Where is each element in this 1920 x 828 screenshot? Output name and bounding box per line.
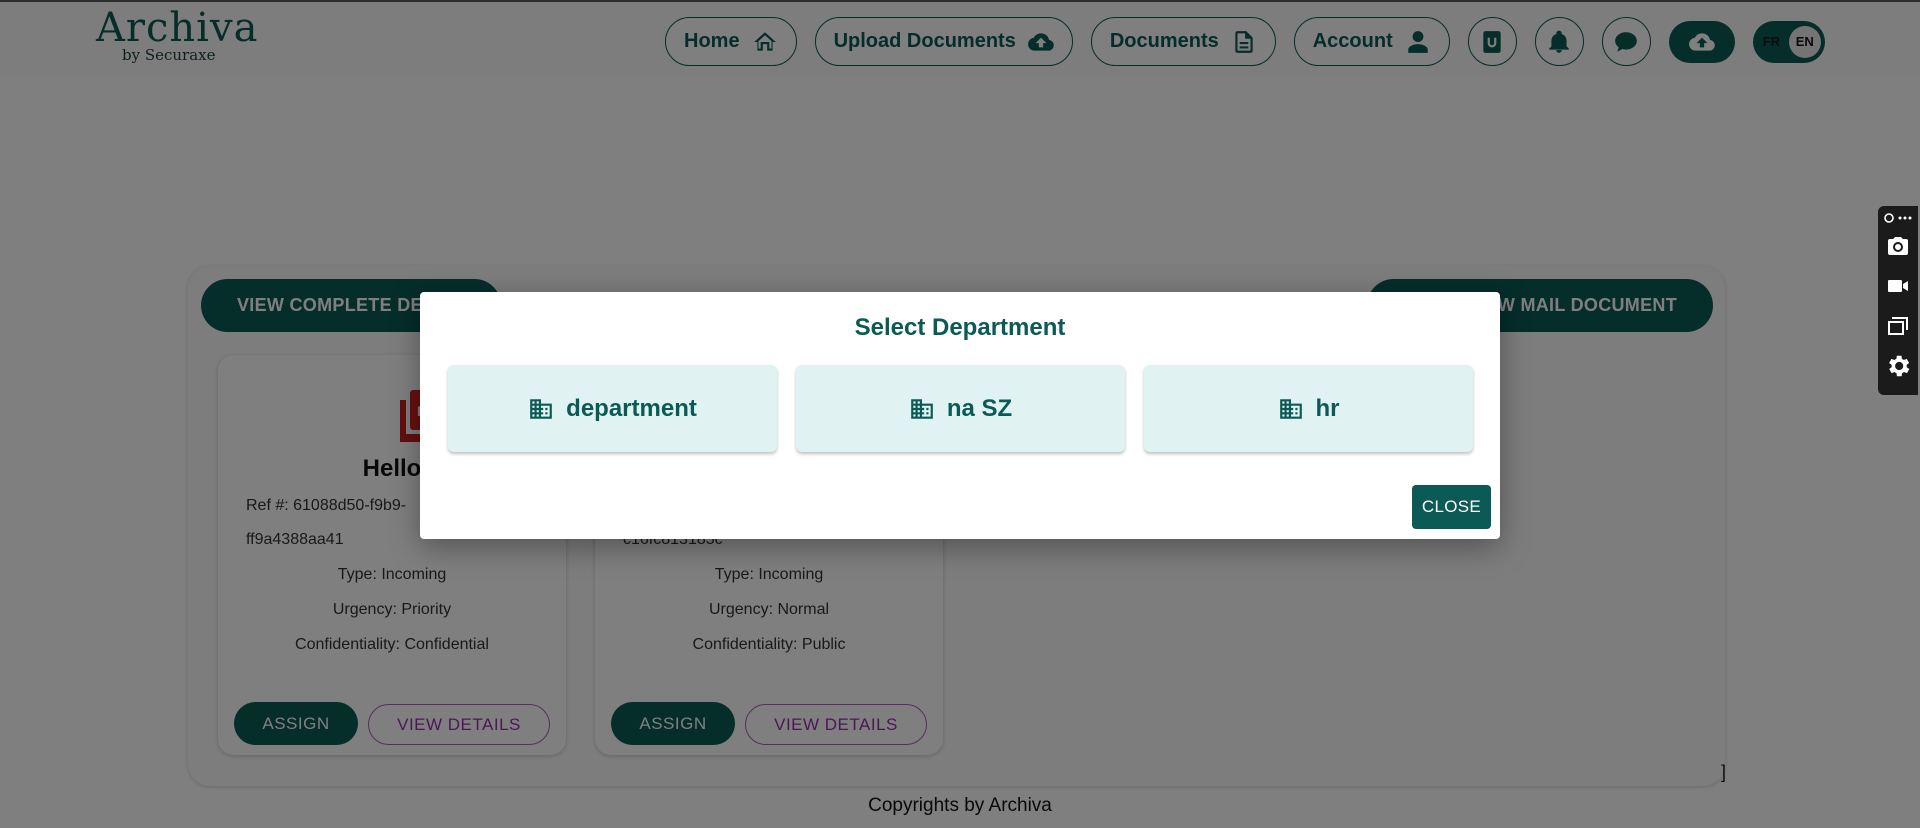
more-options-icon <box>1884 213 1912 223</box>
window-icon <box>1888 317 1908 335</box>
department-option-hr[interactable]: hr <box>1144 365 1473 452</box>
department-options: department na SZ hr <box>448 365 1473 452</box>
settings-icon <box>1889 355 1910 377</box>
screen-capture-toolbar <box>1878 206 1918 395</box>
department-option-label: na SZ <box>946 394 1013 422</box>
building-icon <box>530 398 552 419</box>
toolbar-menu[interactable] <box>1882 210 1914 226</box>
department-option-label: hr <box>1315 394 1340 422</box>
settings-button[interactable] <box>1880 346 1916 386</box>
camera-icon <box>1888 237 1908 255</box>
building-icon <box>910 398 933 419</box>
close-button[interactable]: CLOSE <box>1412 485 1491 529</box>
building-icon <box>1279 398 1302 419</box>
department-option-department[interactable]: department <box>448 365 777 452</box>
camera-button[interactable] <box>1880 226 1916 266</box>
video-button[interactable] <box>1880 266 1916 306</box>
video-icon <box>1888 280 1908 292</box>
dialog-title: Select Department <box>854 314 1066 341</box>
department-option-label: department <box>566 394 697 422</box>
select-department-dialog: Select Department department na SZ hr CL… <box>420 292 1500 539</box>
department-option-na-sz[interactable]: na SZ <box>796 365 1125 452</box>
window-capture-button[interactable] <box>1880 306 1916 346</box>
